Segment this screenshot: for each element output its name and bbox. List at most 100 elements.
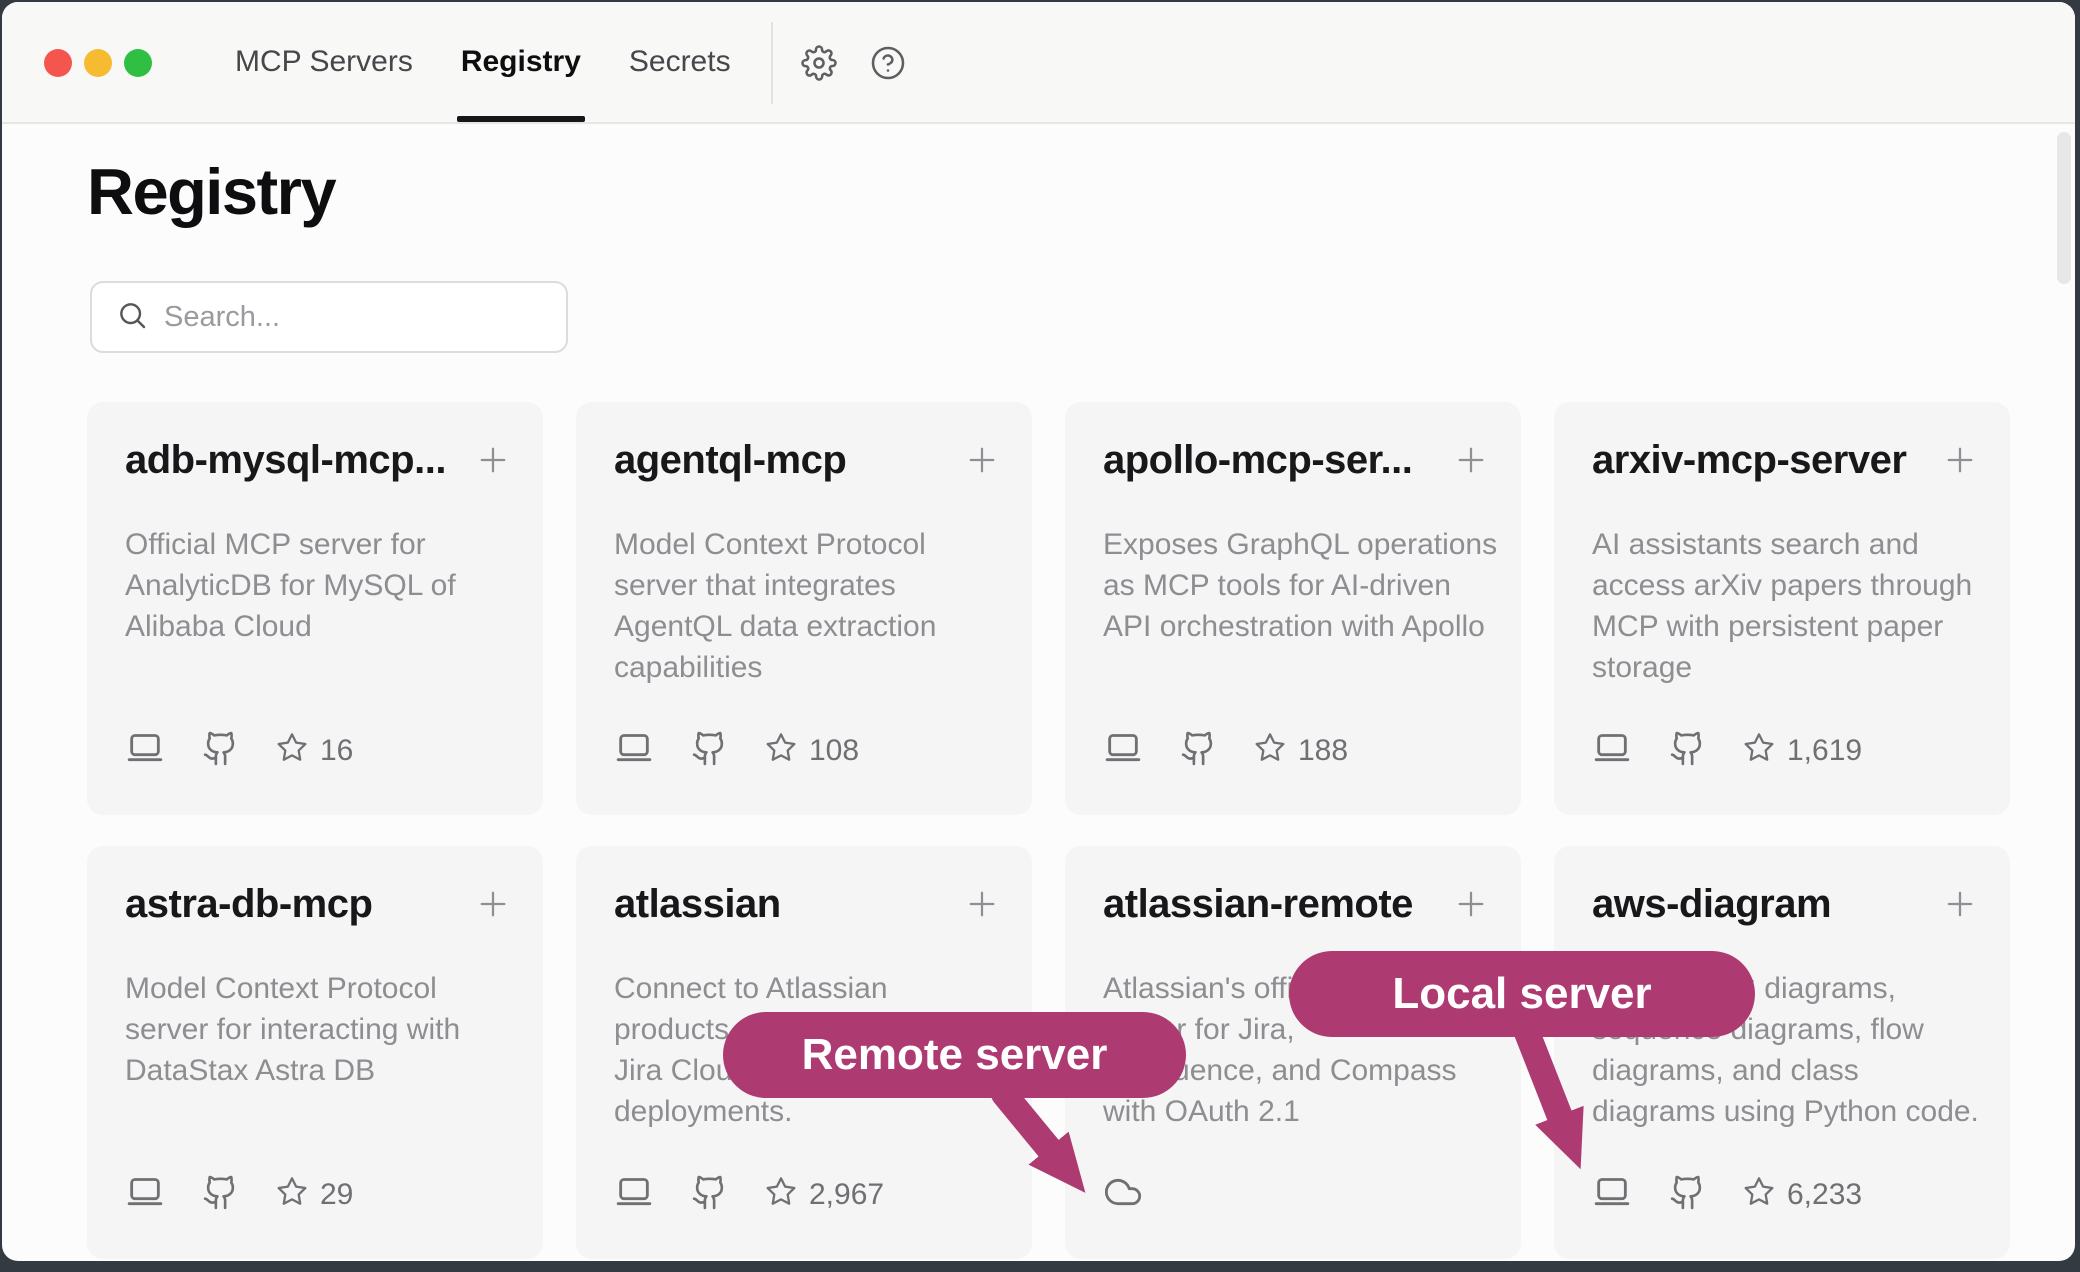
- desc-line: Connect to Atlassian: [614, 968, 904, 1009]
- desc-line: as MCP tools for AI-driven: [1103, 565, 1497, 606]
- plus-icon: [1942, 465, 1978, 482]
- laptop-icon: [614, 1172, 654, 1217]
- search-box: [90, 281, 568, 353]
- desc-line: Model Context Protocol: [125, 968, 460, 1009]
- add-server-button[interactable]: [964, 442, 1000, 478]
- server-description: AI assistants search and access arXiv pa…: [1592, 524, 1972, 688]
- github-icon[interactable]: [1180, 730, 1217, 772]
- desc-line: Alibaba Cloud: [125, 606, 456, 647]
- star-count: 16: [276, 731, 353, 771]
- titlebar-divider: [771, 22, 773, 104]
- star-count: 1,619: [1743, 731, 1862, 771]
- server-name: astra-db-mcp: [125, 882, 453, 927]
- desc-line: AnalyticDB for MySQL of: [125, 565, 456, 606]
- registry-card-grid: adb-mysql-mcp... Official MCP server for…: [87, 402, 2010, 1259]
- star-icon: [765, 1175, 797, 1215]
- card-footer: 2,967: [614, 1172, 884, 1217]
- card-footer: 16: [125, 728, 353, 773]
- star-count: 29: [276, 1175, 353, 1215]
- laptop-icon: [125, 728, 165, 773]
- server-description: Exposes GraphQL operations as MCP tools …: [1103, 524, 1497, 647]
- github-icon[interactable]: [202, 730, 239, 772]
- tab-bar: MCP Servers Registry Secrets: [235, 2, 731, 122]
- desc-line: capabilities: [614, 647, 936, 688]
- add-server-button[interactable]: [1453, 886, 1489, 922]
- server-description: Model Context Protocol server that integ…: [614, 524, 936, 688]
- tab-registry[interactable]: Registry: [461, 2, 581, 122]
- desc-line: diagrams, and class: [1592, 1050, 1979, 1091]
- card-footer: 108: [614, 728, 859, 773]
- star-count: 2,967: [765, 1175, 884, 1215]
- page-title: Registry: [87, 154, 335, 229]
- add-server-button[interactable]: [1942, 442, 1978, 478]
- github-icon[interactable]: [1669, 730, 1706, 772]
- card-footer: 29: [125, 1172, 353, 1217]
- server-card-astra-db-mcp[interactable]: astra-db-mcp Model Context Protocol serv…: [87, 846, 543, 1259]
- server-name: arxiv-mcp-server: [1592, 438, 1920, 483]
- tab-mcp-servers[interactable]: MCP Servers: [235, 2, 413, 122]
- server-description: Official MCP server for AnalyticDB for M…: [125, 524, 456, 647]
- tab-secrets[interactable]: Secrets: [629, 2, 731, 122]
- laptop-icon: [1592, 728, 1632, 773]
- traffic-light-zoom[interactable]: [124, 49, 152, 77]
- cloud-icon: [1103, 1172, 1143, 1217]
- desc-line: MCP with persistent paper: [1592, 606, 1972, 647]
- settings-button[interactable]: [801, 45, 837, 81]
- traffic-light-close[interactable]: [44, 49, 72, 77]
- server-card-aws-diagram[interactable]: aws-diagram Create AWS diagrams, sequenc…: [1554, 846, 2010, 1259]
- desc-line: with OAuth 2.1: [1103, 1091, 1457, 1132]
- add-server-button[interactable]: [1942, 886, 1978, 922]
- plus-icon: [1453, 909, 1489, 926]
- star-count: 108: [765, 731, 859, 771]
- server-name: adb-mysql-mcp...: [125, 438, 453, 483]
- add-server-button[interactable]: [1453, 442, 1489, 478]
- add-server-button[interactable]: [964, 886, 1000, 922]
- search-input[interactable]: [164, 301, 534, 334]
- local-server-callout: Local server: [1289, 951, 1755, 1037]
- star-icon: [1743, 731, 1775, 771]
- star-icon: [276, 1175, 308, 1215]
- star-count: 6,233: [1743, 1175, 1862, 1215]
- search-icon: [92, 299, 148, 336]
- add-server-button[interactable]: [475, 886, 511, 922]
- scrollbar-thumb[interactable]: [2057, 132, 2071, 284]
- star-count: 188: [1254, 731, 1348, 771]
- star-icon: [1743, 1175, 1775, 1215]
- star-icon: [1254, 731, 1286, 771]
- server-card-agentql-mcp[interactable]: agentql-mcp Model Context Protocol serve…: [576, 402, 1032, 815]
- plus-icon: [964, 465, 1000, 482]
- plus-icon: [475, 909, 511, 926]
- server-name: apollo-mcp-ser...: [1103, 438, 1431, 483]
- desc-line: AgentQL data extraction: [614, 606, 936, 647]
- plus-icon: [964, 909, 1000, 926]
- server-name: atlassian-remote: [1103, 882, 1431, 927]
- desc-line: server for interacting with: [125, 1009, 460, 1050]
- help-circle-icon: [870, 68, 906, 85]
- desc-line: server that integrates: [614, 565, 936, 606]
- server-name: atlassian: [614, 882, 942, 927]
- github-icon[interactable]: [202, 1174, 239, 1216]
- traffic-light-minimize[interactable]: [84, 49, 112, 77]
- plus-icon: [475, 465, 511, 482]
- plus-icon: [1453, 465, 1489, 482]
- desc-line: API orchestration with Apollo: [1103, 606, 1497, 647]
- desc-line: DataStax Astra DB: [125, 1050, 460, 1091]
- server-card-apollo-mcp-server[interactable]: apollo-mcp-ser... Exposes GraphQL operat…: [1065, 402, 1521, 815]
- server-card-adb-mysql-mcp[interactable]: adb-mysql-mcp... Official MCP server for…: [87, 402, 543, 815]
- card-footer: 188: [1103, 728, 1348, 773]
- github-icon[interactable]: [1669, 1174, 1706, 1216]
- desc-line: Official MCP server for: [125, 524, 456, 565]
- github-icon[interactable]: [691, 1174, 728, 1216]
- desc-line: access arXiv papers through: [1592, 565, 1972, 606]
- github-icon[interactable]: [691, 730, 728, 772]
- server-name: agentql-mcp: [614, 438, 942, 483]
- star-icon: [276, 731, 308, 771]
- remote-server-callout: Remote server: [723, 1012, 1186, 1098]
- add-server-button[interactable]: [475, 442, 511, 478]
- card-footer: 6,233: [1592, 1172, 1862, 1217]
- server-description: Model Context Protocol server for intera…: [125, 968, 460, 1091]
- desc-line: AI assistants search and: [1592, 524, 1972, 565]
- help-button[interactable]: [870, 45, 906, 81]
- server-card-arxiv-mcp-server[interactable]: arxiv-mcp-server AI assistants search an…: [1554, 402, 2010, 815]
- desc-line: diagrams using Python code.: [1592, 1091, 1979, 1132]
